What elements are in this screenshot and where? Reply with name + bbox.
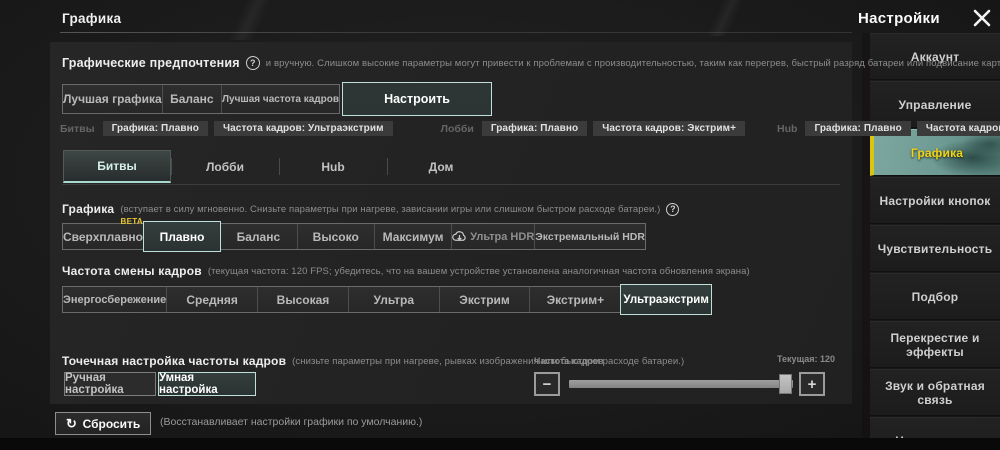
quality-ultra-smooth[interactable]: Сверхплавно BETA [63, 217, 144, 249]
summary-chip: Частота кадров: Ультраэкстрим [214, 121, 393, 136]
graphics-settings-panel: Графические предпочтения ? и вручную. Сл… [50, 42, 1000, 404]
quality-max[interactable]: Максимум [374, 224, 453, 249]
preferences-header: Графические предпочтения ? и вручную. Сл… [62, 56, 1000, 70]
preferences-title: Графические предпочтения [62, 56, 240, 70]
tab-hub[interactable]: Hub [279, 150, 387, 183]
sidebar-item-sensitivity[interactable]: Чувствительность [870, 225, 1000, 272]
sidebar-edge-strip [862, 33, 870, 450]
fps-decrease-button[interactable]: − [534, 372, 560, 396]
close-icon[interactable] [970, 6, 994, 30]
fps-high[interactable]: Высокая [258, 287, 349, 312]
settings-header: Настройки [858, 6, 994, 30]
summary-chip: Графика: Плавно [102, 121, 209, 136]
preset-best-graphics[interactable]: Лучшая графика [63, 85, 163, 113]
fps-ultra[interactable]: Ультра [348, 287, 440, 312]
title-divider [60, 32, 852, 33]
fine-tune-title: Точечная настройка частоты кадров [62, 354, 287, 368]
reset-label: Сбросить [82, 416, 141, 431]
graphics-quality-title: Графика [62, 202, 115, 216]
summary-chip: Графика: Плавно [805, 121, 911, 136]
scope-tabs: Битвы Лобби Hub Дом [63, 150, 495, 183]
settings-title: Настройки [858, 9, 940, 27]
summary-label-battles: Битвы [60, 122, 95, 135]
fps-medium[interactable]: Средняя [167, 287, 259, 312]
framerate-note: (текущая частота: 120 FPS; убедитесь, чт… [207, 265, 750, 277]
undo-icon: ↺ [65, 415, 77, 431]
quality-label: Ультра HDR [470, 230, 535, 243]
tab-home[interactable]: Дом [387, 150, 495, 183]
texture-streak [100, 0, 400, 40]
framerate-title: Частота смены кадров [62, 264, 202, 278]
graphics-quality-group: Сверхплавно BETA Плавно Баланс Высоко Ма… [62, 217, 646, 252]
fine-tune-note: (снизьте параметры при нагреве, рывках и… [292, 355, 685, 367]
settings-sidebar: Аккаунт Управление Графика Настройки кно… [870, 33, 1000, 450]
manual-mode-button[interactable]: Ручная настройка [64, 372, 156, 396]
preset-group: Лучшая графика Баланс Лучшая частота кад… [62, 84, 340, 114]
graphics-quality-note: (вступает в силу мгновенно. Снизьте пара… [120, 203, 661, 215]
fps-extreme-plus[interactable]: Экстрим+ [530, 287, 622, 312]
framerate-group: Энергосбережение Средняя Высокая Ультра … [62, 284, 713, 315]
download-cloud-icon [452, 230, 467, 243]
sidebar-item-pickup[interactable]: Подбор [870, 273, 1000, 320]
texture-streak [600, 0, 850, 36]
tab-battles[interactable]: Битвы [63, 150, 171, 183]
preferences-note: и вручную. Слишком высокие параметры мог… [265, 57, 1000, 69]
quality-smooth[interactable]: Плавно [142, 221, 222, 252]
sidebar-item-crosshair-effects[interactable]: Перекрестие и эффекты [870, 321, 1000, 368]
quality-ultra-hdr[interactable]: Ультра HDR [452, 224, 536, 249]
tab-lobby[interactable]: Лобби [171, 150, 279, 183]
summary-label-lobby: Лобби [440, 122, 474, 135]
sidebar-item-sound-feedback[interactable]: Звук и обратная связь [870, 369, 1000, 416]
slider-label: Частота кадров [534, 356, 604, 366]
bottom-letterbox-bar [0, 438, 1000, 450]
fps-power-saving[interactable]: Энергосбережение [63, 287, 168, 312]
quality-extreme-hdr[interactable]: Экстремальный HDR [535, 224, 645, 249]
fps-ultra-extreme[interactable]: Ультраэкстрим [620, 284, 713, 315]
sidebar-item-button-settings[interactable]: Настройки кнопок [870, 177, 1000, 224]
framerate-header: Частота смены кадров (текущая частота: 1… [62, 264, 750, 278]
quality-balance[interactable]: Баланс [220, 224, 298, 249]
summary-chip: Частота кадров: Экстрим [916, 121, 1000, 136]
page-title: Графика [62, 11, 122, 26]
preset-best-framerate[interactable]: Лучшая частота кадров [222, 85, 339, 113]
summary-label-hub: Hub [777, 122, 798, 135]
reset-note: (Восстанавливает настройки графики по ум… [160, 416, 423, 428]
preset-balance[interactable]: Баланс [162, 85, 223, 113]
preset-custom-button[interactable]: Настроить [342, 82, 492, 116]
summary-chip: Графика: Плавно [481, 121, 588, 136]
fps-slider-track[interactable] [569, 374, 793, 394]
fps-extreme[interactable]: Экстрим [439, 287, 531, 312]
fps-increase-button[interactable]: + [799, 372, 825, 396]
tabs-divider [62, 184, 840, 185]
quality-label: Сверхплавно [63, 229, 143, 244]
help-icon[interactable]: ? [666, 202, 680, 216]
help-icon[interactable]: ? [245, 56, 260, 70]
graphics-quality-header: Графика (вступает в силу мгновенно. Сниз… [62, 202, 680, 216]
smart-mode-button[interactable]: Умная настройка [158, 372, 256, 396]
beta-badge: BETA [120, 217, 143, 226]
slider-current-value: Текущая: 120 [777, 354, 836, 364]
summary-chip: Частота кадров: Экстрим+ [593, 121, 746, 136]
fps-slider-handle[interactable] [779, 374, 792, 394]
sidebar-item-graphics[interactable]: Графика [870, 129, 1000, 176]
quality-high[interactable]: Высоко [297, 224, 375, 249]
preset-summary-row: Битвы Графика: Плавно Частота кадров: Ул… [60, 121, 1000, 136]
reset-button[interactable]: ↺ Сбросить [55, 412, 151, 435]
